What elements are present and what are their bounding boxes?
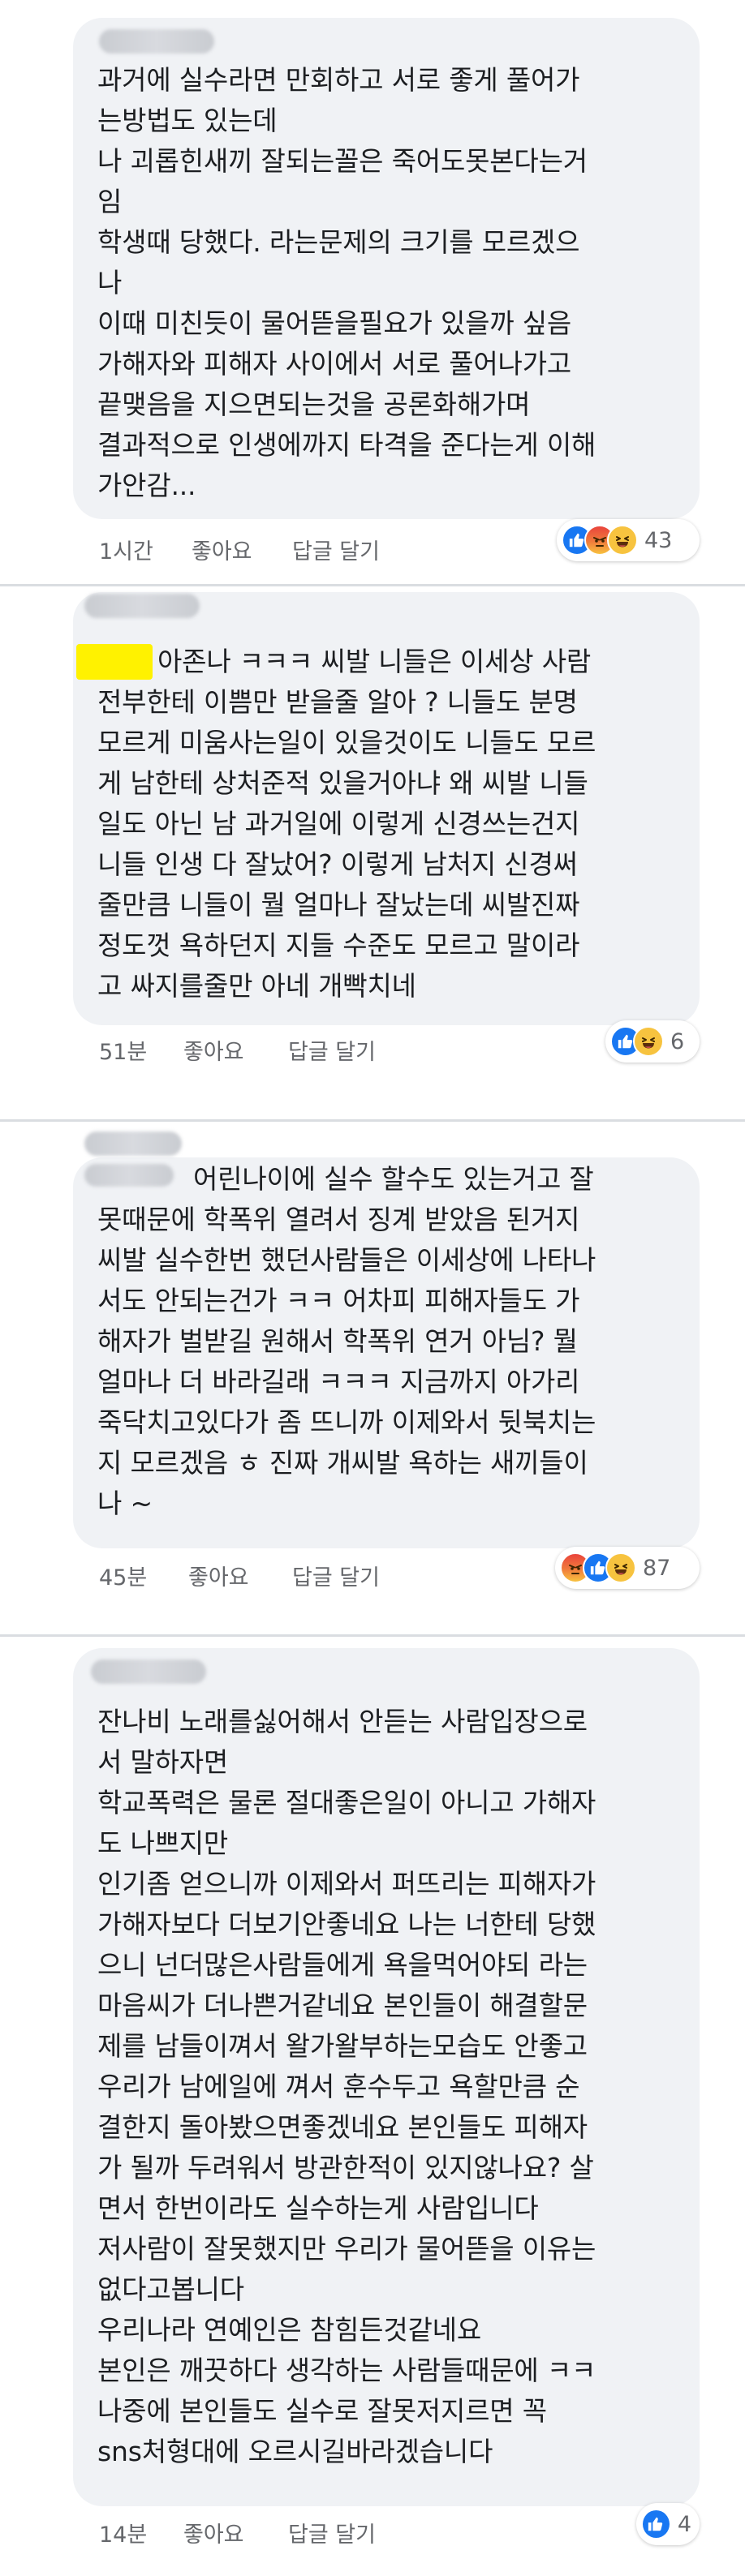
comment-text-line: 인기좀 얻으니까 이제와서 퍼뜨리는 피해자가 xyxy=(97,1868,596,1900)
like-button[interactable]: 좋아요 xyxy=(188,1560,249,1591)
comment-text-line: 얼마나 더 바라길래 ㅋㅋㅋ 지금까지 아가리 xyxy=(97,1366,580,1397)
reply-button[interactable]: 답글 달기 xyxy=(288,1034,376,1066)
comment-text-line: 나중에 본인들도 실수로 잘못저지르면 꼭 xyxy=(97,2395,547,2427)
like-button[interactable]: 좋아요 xyxy=(183,2517,244,2548)
comment-3: 어린나이에 실수 할수도 있는거고 잘 못때문에 학폭위 열려서 징계 받았음 … xyxy=(0,1122,745,1634)
comment-4: 잔나비 노래를싫어해서 안듣는 사람입장으로 서 말하자면 학교폭력은 물론 절… xyxy=(0,1637,745,2576)
comment-bubble: 어린나이에 실수 할수도 있는거고 잘 못때문에 학폭위 열려서 징계 받았음 … xyxy=(73,1131,700,1548)
reaction-summary[interactable]: 4 xyxy=(636,2503,700,2545)
comment-text-line: 가 될까 두려워서 방관한적이 있지않나요? 살 xyxy=(97,2152,594,2183)
comment-text-line: 는방법도 있는데 xyxy=(97,105,278,136)
comment-bubble: 잔나비 노래를싫어해서 안듣는 사람입장으로 서 말하자면 학교폭력은 물론 절… xyxy=(73,1648,700,2506)
like-button[interactable]: 좋아요 xyxy=(183,1034,244,1066)
author-name-blurred[interactable] xyxy=(84,594,200,618)
comment-text-line: 줄만큼 니들이 뭘 얼마나 잘났는데 씨발진짜 xyxy=(97,889,580,921)
comment-text-line: 나 xyxy=(97,267,123,298)
comment-text-line: 마음씨가 더나쁜거같네요 본인들이 해결할문 xyxy=(97,1990,588,2021)
comment-text-line: 게 남한테 상처준적 있을거아냐 왜 씨발 니들 xyxy=(97,767,588,799)
comment-text-line: 못때문에 학폭위 열려서 징계 받았음 된거지 xyxy=(97,1204,580,1235)
reaction-count: 6 xyxy=(670,1028,685,1054)
comment-text-line: 서도 안되는건가 ㅋㅋ 어차피 피해자들도 가 xyxy=(97,1285,580,1316)
author-name-blurred[interactable] xyxy=(91,1659,206,1684)
haha-icon xyxy=(607,525,638,556)
reaction-count: 4 xyxy=(677,2511,691,2537)
comment-text-line: 가해자보다 더보기안좋네요 나는 너한테 당했 xyxy=(97,1908,596,1940)
comment-text-line: 서 말하자면 xyxy=(97,1746,229,1778)
comment-text-line: 정도껏 욕하던지 지들 수준도 모르고 말이라 xyxy=(97,930,580,961)
reply-button[interactable]: 답글 달기 xyxy=(288,2517,376,2548)
author-name-blurred[interactable] xyxy=(84,1164,174,1187)
comment-text-line: 일도 아닌 남 과거일에 이렇게 신경쓰는건지 xyxy=(97,808,580,839)
comment-text-line: 본인은 깨끗하다 생각하는 사람들때문에 ㅋㅋ xyxy=(97,2355,596,2386)
haha-icon xyxy=(605,1552,636,1583)
highlight-mark xyxy=(76,644,153,680)
comment-text-line: 모르게 미움사는일이 있을것이도 니들도 모르 xyxy=(97,727,596,758)
haha-icon xyxy=(633,1026,664,1057)
comment-text-line: 과거에 실수라면 만회하고 서로 좋게 풀어가 xyxy=(97,64,580,96)
comment-time[interactable]: 1시간 xyxy=(99,534,153,565)
comment-text-line: 해자가 벌받길 원해서 학폭위 연거 아님? 뭘 xyxy=(97,1325,578,1357)
comment-text-line: 고 싸지를줄만 아네 개빡치네 xyxy=(97,970,416,1002)
comment-bubble: 아존나 ㅋㅋㅋ 씨발 니들은 이세상 사람 전부한테 이쁨만 받을줄 알아 ? … xyxy=(73,592,700,1025)
comment-text-line: 나 ~ xyxy=(97,1488,153,1519)
comment-1: 과거에 실수라면 만회하고 서로 좋게 풀어가 는방법도 있는데 나 괴롭힌새끼… xyxy=(0,0,745,584)
like-button[interactable]: 좋아요 xyxy=(192,534,252,565)
comment-text-line: 임 xyxy=(97,186,123,217)
comment-text-line: 저사람이 잘못했지만 우리가 물어뜯을 이유는 xyxy=(97,2233,596,2265)
comment-text-line: 결과적으로 인생에까지 타격을 준다는게 이해 xyxy=(97,429,596,461)
author-name-blurred[interactable] xyxy=(99,29,214,54)
reply-button[interactable]: 답글 달기 xyxy=(292,534,380,565)
comment-text-line: 으니 넌더많은사람들에게 욕을먹어야되 라는 xyxy=(97,1949,588,1981)
comment-text-line: 이때 미친듯이 물어뜯을필요가 있을까 싶음 xyxy=(97,307,572,339)
comment-text-line: 가안감... xyxy=(97,470,196,501)
comment-bubble: 과거에 실수라면 만회하고 서로 좋게 풀어가 는방법도 있는데 나 괴롭힌새끼… xyxy=(73,18,700,519)
comment-text-line: 니들 인생 다 잘났어? 이렇게 남처지 신경써 xyxy=(97,848,578,880)
comment-text-line: 끝맺음을 지으면되는것을 공론화해가며 xyxy=(97,389,531,420)
reaction-summary[interactable]: 87 xyxy=(555,1547,700,1589)
author-name-blurred[interactable] xyxy=(84,1131,182,1156)
comment-text-line: 우리가 남에일에 껴서 훈수두고 욕할만큼 순 xyxy=(97,2071,580,2102)
comment-text-line: 없다고봅니다 xyxy=(97,2273,244,2305)
comment-text-line: 어린나이에 실수 할수도 있는거고 잘 xyxy=(193,1163,594,1195)
comment-text-line: 면서 한번이라도 실수하는게 사람입니다 xyxy=(97,2192,539,2224)
comment-text-line: 잔나비 노래를싫어해서 안듣는 사람입장으로 xyxy=(97,1706,588,1737)
like-icon xyxy=(641,2509,671,2540)
reply-button[interactable]: 답글 달기 xyxy=(292,1560,380,1591)
comment-2: 아존나 ㅋㅋㅋ 씨발 니들은 이세상 사람 전부한테 이쁨만 받을줄 알아 ? … xyxy=(0,586,745,1119)
comment-text-line: 우리나라 연예인은 참힘든것같네요 xyxy=(97,2314,481,2346)
comment-text-line: 씨발 실수한번 했던사람들은 이세상에 나타나 xyxy=(97,1244,596,1276)
comment-time[interactable]: 51분 xyxy=(99,1034,147,1066)
comment-text-line: 죽닥치고있다가 좀 뜨니까 이제와서 뒷북치는 xyxy=(97,1406,596,1438)
comment-text-line: 학생때 당했다. 라는문제의 크기를 모르겠으 xyxy=(97,226,580,258)
comment-time[interactable]: 14분 xyxy=(99,2517,147,2548)
comment-text-line: 결한지 돌아봤으면좋겠네요 본인들도 피해자 xyxy=(97,2111,588,2143)
comment-text-line: 지 모르겠음 ㅎ 진짜 개씨발 욕하는 새끼들이 xyxy=(97,1447,588,1479)
reaction-count: 43 xyxy=(644,527,673,553)
comment-text-line: 가해자와 피해자 사이에서 서로 풀어나가고 xyxy=(97,348,572,380)
comment-text-line: sns처형대에 오르시길바라겠습니다 xyxy=(97,2436,493,2467)
reaction-summary[interactable]: 6 xyxy=(605,1020,700,1063)
comment-text-line: 제를 남들이껴서 왈가왈부하는모습도 안좋고 xyxy=(97,2030,588,2062)
comment-text-line: 학교폭력은 물론 절대좋은일이 아니고 가해자 xyxy=(97,1787,596,1818)
comment-text-line: 도 나쁘지만 xyxy=(97,1827,229,1859)
comment-time[interactable]: 45분 xyxy=(99,1560,147,1591)
comment-text-line: 전부한테 이쁨만 받을줄 알아 ? 니들도 분명 xyxy=(97,686,578,718)
reaction-summary[interactable]: 43 xyxy=(557,519,700,561)
reaction-count: 87 xyxy=(643,1555,671,1581)
comment-text-line: 나 괴롭힌새끼 잘되는꼴은 죽어도못본다는거 xyxy=(97,145,588,177)
comment-text-line: 아존나 ㅋㅋㅋ 씨발 니들은 이세상 사람 xyxy=(157,646,592,677)
